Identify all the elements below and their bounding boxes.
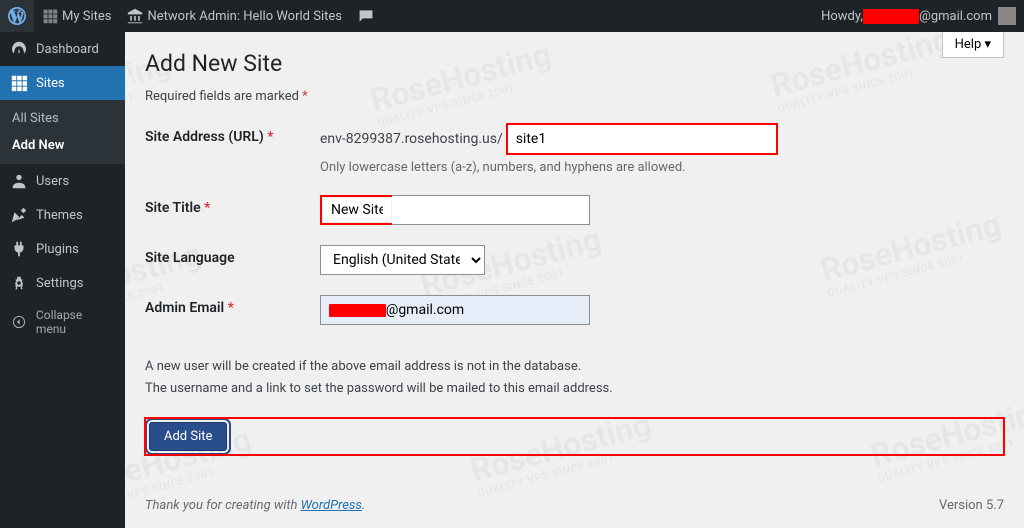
main-content: Help ▾ Add New Site Required fields are … [125,32,1024,528]
sidebar-item-dashboard[interactable]: Dashboard [0,32,125,66]
collapse-label: Collapse menu [36,308,115,336]
help-button[interactable]: Help ▾ [942,32,1004,58]
site-address-desc: Only lowercase letters (a-z), numbers, a… [320,160,1004,175]
version-label: Version 5.7 [939,498,1004,513]
sites-icon [10,74,28,92]
settings-label: Settings [36,276,83,291]
label-admin-email: Admin Email * [145,295,320,316]
required-note: Required fields are marked * [145,89,1004,104]
site-prefix: env-8299387.rosehosting.us/ [320,131,503,147]
howdy-label: Howdy, [821,9,863,24]
users-label: Users [36,174,69,189]
plugins-icon [10,240,28,258]
comments-link[interactable] [350,0,382,32]
network-admin-label: Network Admin: Hello World Sites [147,9,342,24]
sidebar-item-sites[interactable]: Sites [0,66,125,100]
submit-highlight: Add Site [145,418,1004,455]
info-text-1: A new user will be created if the above … [145,357,1004,377]
footer: Thank you for creating with WordPress. V… [145,483,1004,528]
dashboard-icon [10,40,28,58]
sites-submenu: All Sites Add New [0,100,125,164]
sidebar-item-settings[interactable]: Settings [0,266,125,300]
admin-bar: My Sites Network Admin: Hello World Site… [0,0,1024,32]
redacted-email-user: xxxxxx [329,304,386,317]
site-title-input[interactable] [323,198,391,222]
sidebar-item-users[interactable]: Users [0,164,125,198]
dashboard-label: Dashboard [36,42,99,57]
themes-label: Themes [36,208,83,223]
my-sites-label: My Sites [62,9,111,24]
collapse-icon [10,313,28,331]
collapse-menu[interactable]: Collapse menu [0,300,125,344]
email-suffix: @gmail.com [919,9,992,24]
page-title: Add New Site [145,50,1004,77]
plugins-label: Plugins [36,242,79,257]
users-icon [10,172,28,190]
label-site-language: Site Language [145,245,320,266]
wp-logo[interactable] [0,0,34,32]
submenu-all-sites[interactable]: All Sites [0,105,125,132]
label-site-address: Site Address (URL) * [145,124,320,145]
site-language-select[interactable]: English (United States) [320,245,485,275]
network-admin-link[interactable]: Network Admin: Hello World Sites [119,0,350,32]
avatar [998,7,1016,25]
admin-email-input[interactable]: xxxxxx @gmail.com [320,295,590,325]
sites-label: Sites [36,76,65,91]
sidebar-item-themes[interactable]: Themes [0,198,125,232]
admin-sidebar: Dashboard Sites All Sites Add New Users … [0,32,125,528]
site-address-input[interactable] [507,124,777,154]
info-text-2: The username and a link to set the passw… [145,379,1004,399]
account-link[interactable]: Howdy, xxxxx @gmail.com [813,0,1024,32]
submenu-add-new[interactable]: Add New [0,132,125,159]
wordpress-link[interactable]: WordPress [301,498,362,513]
my-sites-link[interactable]: My Sites [34,0,119,32]
label-site-title: Site Title * [145,195,320,216]
redacted-username: xxxxx [863,9,919,24]
add-site-button[interactable]: Add Site [149,422,227,451]
sidebar-item-plugins[interactable]: Plugins [0,232,125,266]
themes-icon [10,206,28,224]
settings-icon [10,274,28,292]
